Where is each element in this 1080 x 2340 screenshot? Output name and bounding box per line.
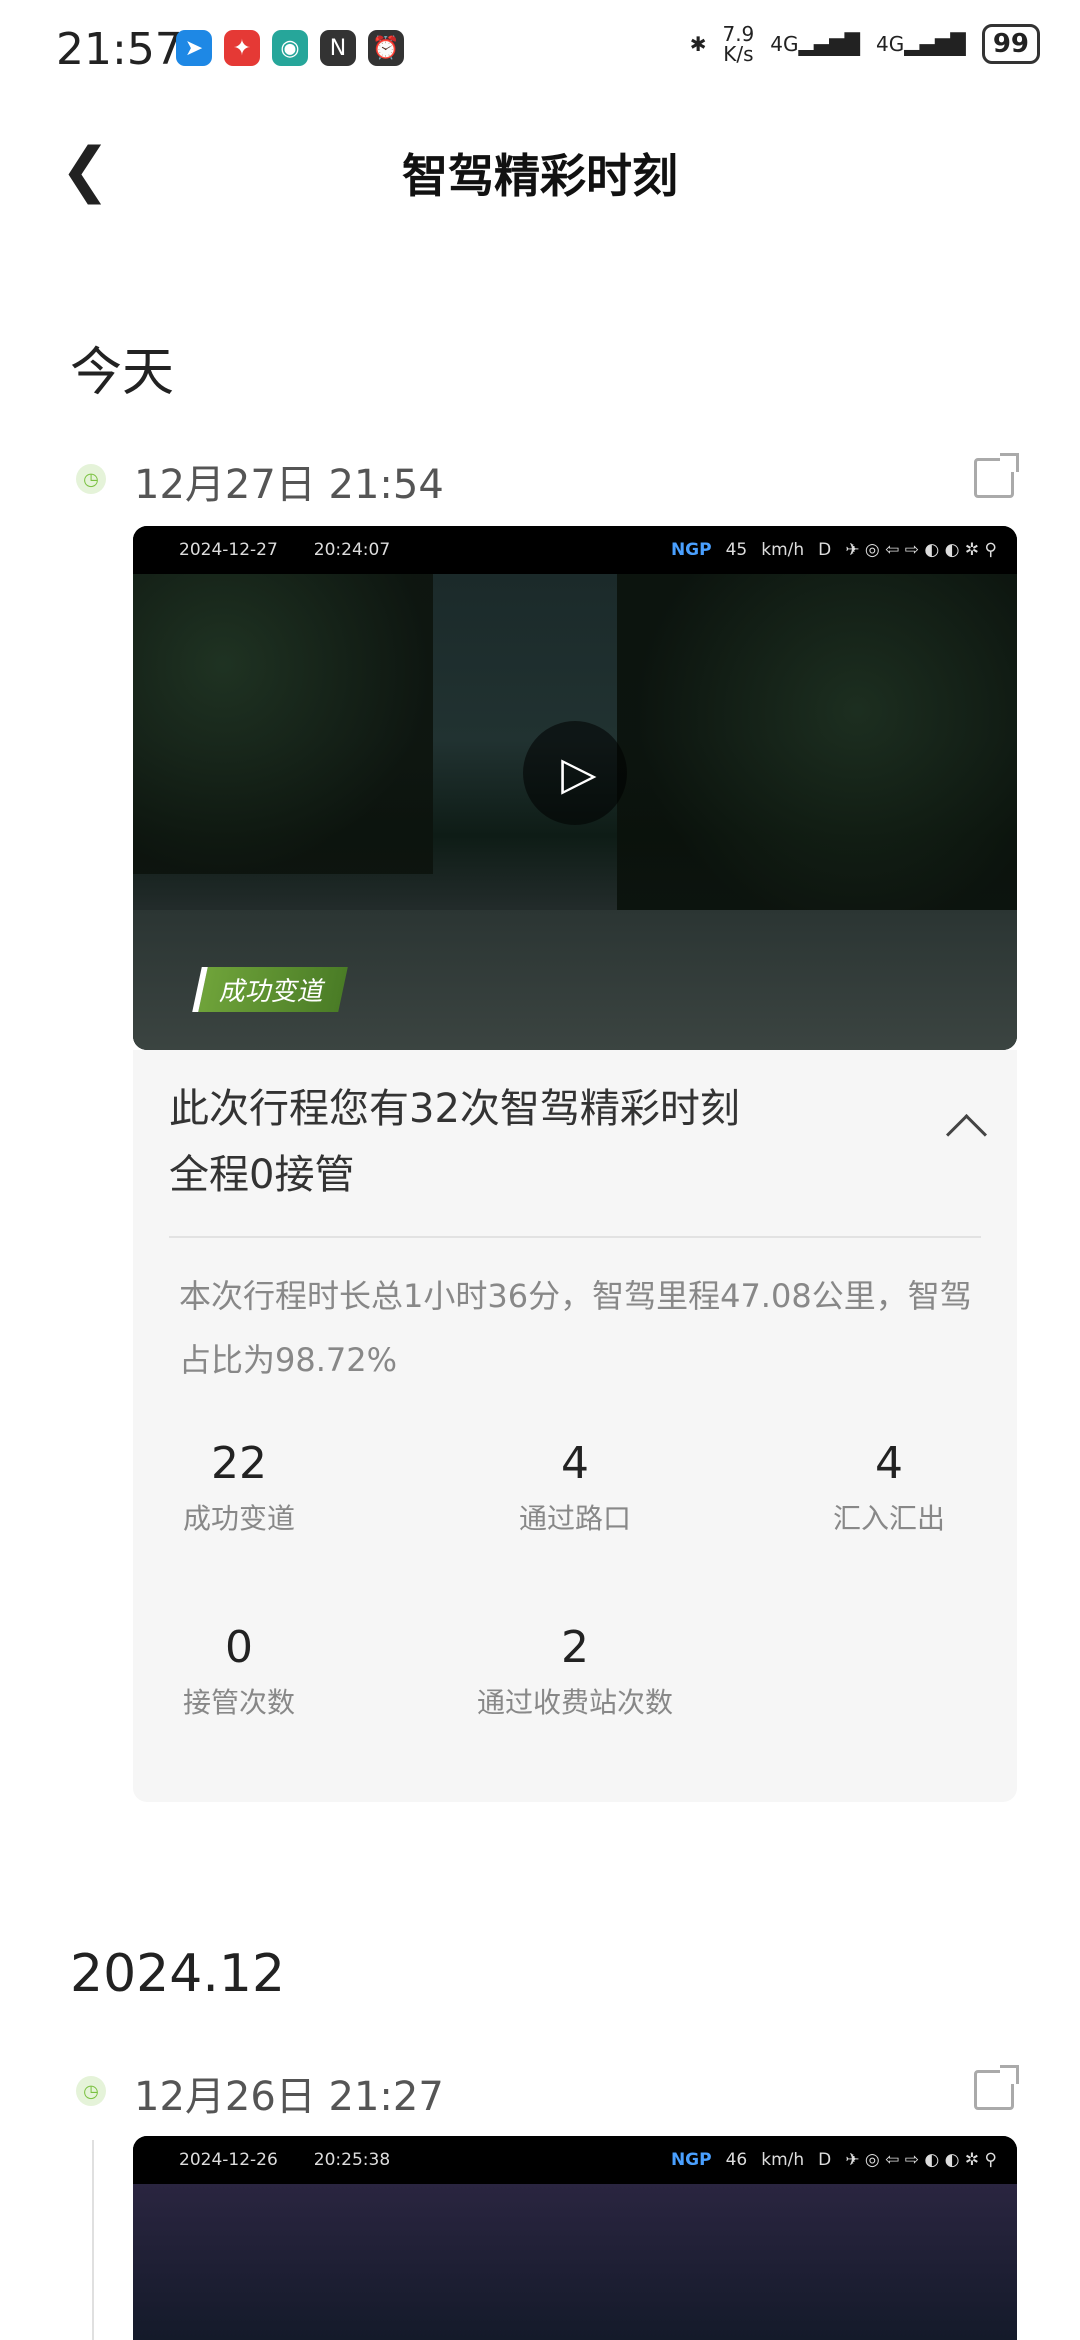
video-osd: 2024-12-27 20:24:07 NGP 45 km/h D ✈ ◎ ⇦ …: [133, 526, 1017, 574]
osd-unit: km/h: [761, 540, 805, 560]
video-osd: 2024-12-26 20:25:38 NGP 46 km/h D ✈ ◎ ⇦ …: [133, 2136, 1017, 2184]
signal-icon-1: 4G▂▄▆█: [770, 32, 861, 56]
osd-gear: D: [818, 540, 832, 560]
signal2-label: 4G: [876, 32, 905, 56]
play-button[interactable]: ▷: [523, 721, 627, 825]
header: ❮ 智驾精彩时刻: [0, 120, 1080, 220]
osd-time: 20:25:38: [313, 2150, 391, 2170]
page-title: 智驾精彩时刻: [402, 149, 678, 203]
summary-line-1: 此次行程您有32次智驾精彩时刻: [169, 1086, 740, 1132]
app-icon-blue: ➤: [176, 30, 212, 66]
scene-trees-right: [617, 574, 1017, 914]
divider: [169, 1236, 981, 1238]
stat-value: 22: [211, 1438, 267, 1489]
section-today: 今天: [70, 343, 175, 403]
entry-time: 12月26日 21:27: [134, 2074, 444, 2120]
status-right: ✱ 7.9 K/s 4G▂▄▆█ 4G▂▄▆█ 99: [690, 24, 1040, 64]
clock-icon: ◷: [76, 464, 106, 494]
alarm-icon: ⏰: [368, 30, 404, 66]
stat-value: 0: [225, 1622, 253, 1673]
notification-icons: ➤ ✦ ◉ N ⏰: [176, 30, 404, 66]
net-speed-unit: K/s: [723, 42, 754, 66]
stat-label: 成功变道: [182, 1502, 295, 1535]
osd-gear: D: [818, 2150, 832, 2170]
trip-summary: 此次行程您有32次智驾精彩时刻 全程0接管: [169, 1076, 740, 1208]
summary-line-2: 全程0接管: [169, 1152, 355, 1198]
osd-unit: km/h: [761, 2150, 805, 2170]
share-icon[interactable]: [974, 2065, 1019, 2110]
stat-takeover: 0 接管次数: [109, 1622, 369, 1721]
stat-value: 4: [875, 1438, 903, 1489]
stat-label: 汇入汇出: [832, 1502, 945, 1535]
section-month: 2024.12: [70, 1944, 286, 2004]
stat-lane-change: 22 成功变道: [109, 1438, 369, 1537]
nfc-icon: N: [320, 30, 356, 66]
osd-speed: 45: [725, 540, 748, 560]
video-player-2[interactable]: 2024-12-26 20:25:38 NGP 46 km/h D ✈ ◎ ⇦ …: [133, 2136, 1017, 2340]
stat-label: 接管次数: [182, 1686, 295, 1719]
osd-ngp: NGP: [670, 540, 712, 560]
bluetooth-icon: ✱: [689, 32, 707, 56]
clock-icon: ◷: [76, 2076, 106, 2106]
osd-icons: ✈ ◎ ⇦ ⇨ ◐ ◐ ✲ ⚲: [845, 540, 997, 560]
video-thumbnail: [133, 2184, 1017, 2340]
trip-description: 本次行程时长总1小时36分，智驾里程47.08公里，智驾占比为98.72%: [179, 1277, 972, 1379]
stat-merge: 4 汇入汇出: [759, 1438, 1019, 1537]
stat-label: 通过路口: [518, 1502, 631, 1535]
app-icon-red: ✦: [224, 30, 260, 66]
osd-icons: ✈ ◎ ⇦ ⇨ ◐ ◐ ✲ ⚲: [845, 2150, 997, 2170]
status-time: 21:57: [56, 24, 183, 75]
video-player[interactable]: 2024-12-27 20:24:07 NGP 45 km/h D ✈ ◎ ⇦ …: [133, 526, 1017, 1050]
app-icon-green: ◉: [272, 30, 308, 66]
entry-header-2: ◷ 12月26日 21:27: [70, 2064, 1020, 2124]
scene-trees-left: [133, 574, 433, 874]
share-icon[interactable]: [974, 453, 1019, 498]
battery-icon: 99: [981, 24, 1040, 64]
stat-label: 通过收费站次数: [476, 1686, 673, 1719]
osd-ngp: NGP: [670, 2150, 712, 2170]
status-bar: 21:57 ➤ ✦ ◉ N ⏰ ✱ 7.9 K/s 4G▂▄▆█ 4G▂▄▆█ …: [0, 0, 1080, 100]
entry-header-1: ◷ 12月27日 21:54: [70, 452, 1020, 512]
stat-value: 4: [561, 1438, 589, 1489]
osd-date: 2024-12-26: [179, 2150, 278, 2170]
signal1-label: 4G: [770, 32, 799, 56]
osd-date: 2024-12-27: [179, 540, 278, 560]
signal-icon-2: 4G▂▄▆█: [876, 32, 966, 56]
collapse-icon[interactable]: [945, 1113, 988, 1156]
osd-speed: 46: [725, 2150, 748, 2170]
osd-time: 20:24:07: [313, 540, 391, 560]
event-tag: 成功变道: [192, 967, 348, 1012]
play-icon: ▷: [561, 746, 597, 800]
stat-value: 2: [561, 1622, 589, 1673]
stat-toll: 2 通过收费站次数: [445, 1622, 705, 1721]
entry-time: 12月27日 21:54: [134, 462, 444, 508]
trip-summary-card: 此次行程您有32次智驾精彩时刻 全程0接管 本次行程时长总1小时36分，智驾里程…: [133, 1050, 1017, 1802]
stat-intersection: 4 通过路口: [445, 1438, 705, 1537]
net-speed-value: 7.9: [722, 22, 755, 46]
net-speed: 7.9 K/s: [722, 24, 754, 64]
timeline-line: [92, 2140, 94, 2340]
